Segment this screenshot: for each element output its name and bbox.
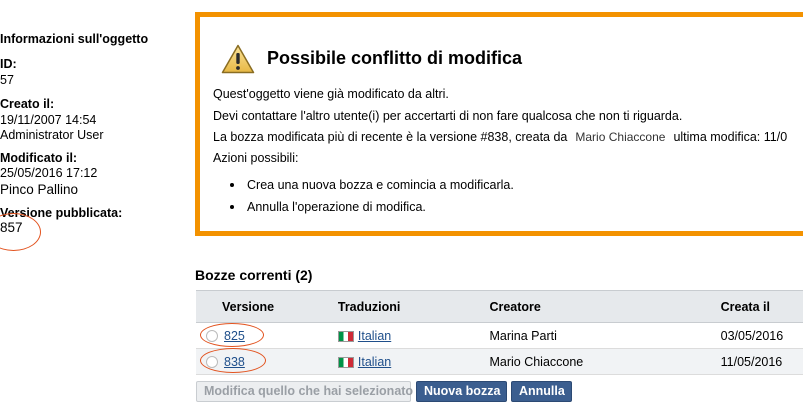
- modified-by: Pinco Pallino: [0, 182, 79, 197]
- version-cell: 838: [196, 348, 336, 375]
- creator-cell: Mario Chiaccone: [487, 348, 719, 375]
- edit-conflict-warning: Possibile conflitto di modifica Quest'og…: [195, 12, 803, 236]
- warning-user: Mario Chiaccone: [575, 130, 666, 144]
- drafts-table: Versione Traduzioni Creatore Creata il 8…: [196, 290, 803, 375]
- column-header-translations: Traduzioni: [335, 290, 488, 323]
- italian-flag-icon: [337, 356, 354, 368]
- draft-radio[interactable]: [206, 330, 218, 343]
- warning-line-3-suffix: ultima modifica: 11/0: [673, 130, 788, 144]
- translation-cell: Italian: [335, 322, 488, 349]
- language-link[interactable]: Italian: [358, 355, 391, 369]
- object-info-sidebar: Informazioni sull'oggetto ID: 57 Creato …: [0, 0, 190, 411]
- published-value: 857: [0, 220, 23, 235]
- table-header-row: Versione Traduzioni Creatore Creata il: [196, 290, 803, 323]
- warning-action-item: Crea una nuova bozza e comincia a modifi…: [227, 177, 514, 199]
- version-link[interactable]: 825: [224, 329, 245, 343]
- sidebar-title: Informazioni sull'oggetto: [0, 32, 149, 46]
- warning-line-2: Devi contattare l'altro utente(i) per ac…: [213, 109, 683, 123]
- column-header-version: Versione: [196, 290, 336, 323]
- new-draft-button[interactable]: Nuova bozza: [416, 381, 507, 402]
- column-header-created: Creata il: [718, 290, 803, 323]
- warning-line-1: Quest'oggetto viene già modificato da al…: [213, 87, 449, 101]
- drafts-heading: Bozze correnti (2): [195, 267, 313, 283]
- warning-title: Possibile conflitto di modifica: [267, 48, 523, 68]
- draft-radio[interactable]: [206, 356, 218, 369]
- id-label: ID:: [0, 57, 17, 71]
- edit-selected-button[interactable]: Modifica quello che hai selezionato: [196, 381, 413, 402]
- created-by: Administrator User: [0, 128, 104, 142]
- warning-action-item: Annulla l'operazione di modifica.: [227, 199, 514, 221]
- italian-flag-icon: [337, 330, 354, 342]
- published-label: Versione pubblicata:: [0, 206, 123, 220]
- modified-date: 25/05/2016 17:12: [0, 166, 98, 180]
- version-cell: 825: [196, 322, 336, 349]
- translation-cell: Italian: [335, 348, 488, 375]
- created-cell: 11/05/2016: [718, 348, 803, 375]
- warning-actions-label: Azioni possibili:: [213, 151, 299, 165]
- version-link[interactable]: 838: [224, 355, 245, 369]
- warning-triangle-icon: [221, 44, 255, 74]
- language-link[interactable]: Italian: [358, 329, 391, 343]
- created-label: Creato il:: [0, 97, 55, 111]
- cancel-button[interactable]: Annulla: [511, 381, 572, 402]
- column-header-creator: Creatore: [487, 290, 719, 323]
- table-row: 838 Italian Mario Chiaccone 11/05/2016: [196, 348, 803, 375]
- id-value: 57: [0, 73, 14, 87]
- created-date: 19/11/2007 14:54: [0, 113, 97, 127]
- modified-label: Modificato il:: [0, 151, 78, 165]
- created-cell: 03/05/2016: [718, 322, 803, 349]
- table-row: 825 Italian Marina Parti 03/05/2016: [196, 322, 803, 349]
- warning-line-3-prefix: La bozza modificata più di recente è la …: [213, 130, 568, 144]
- creator-cell: Marina Parti: [487, 322, 719, 349]
- warning-actions-list: Crea una nuova bozza e comincia a modifi…: [227, 177, 514, 221]
- warning-line-3: La bozza modificata più di recente è la …: [213, 130, 787, 144]
